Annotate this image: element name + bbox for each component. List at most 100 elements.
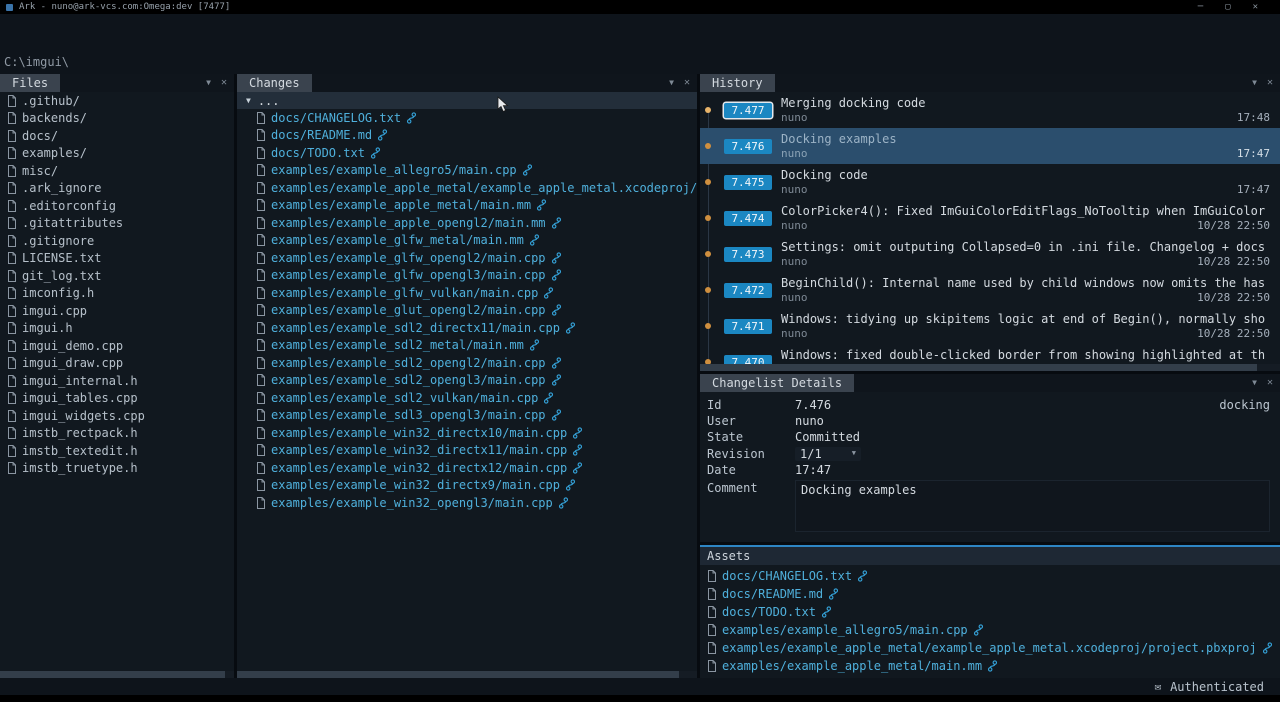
file-tree-item[interactable]: imstb_rectpack.h: [0, 425, 234, 443]
history-entry[interactable]: 7.474 ColorPicker4(): Fixed ImGuiColorEd…: [700, 200, 1280, 236]
file-tree-item[interactable]: imstb_textedit.h: [0, 442, 234, 460]
history-entry[interactable]: 7.477 Merging docking code nuno 17:48: [700, 92, 1280, 128]
changed-fork-icon: [572, 462, 583, 474]
files-tab[interactable]: Files: [0, 74, 60, 92]
file-tree-item[interactable]: imstb_truetype.h: [0, 460, 234, 478]
file-icon: [256, 147, 266, 159]
close-panel-icon[interactable]: ✕: [221, 78, 227, 88]
file-tree-item[interactable]: imgui_tables.cpp: [0, 390, 234, 408]
file-tree-item[interactable]: imgui_demo.cpp: [0, 337, 234, 355]
changed-file-row[interactable]: examples/example_glfw_vulkan/main.cpp: [237, 284, 697, 302]
file-name: .gitattributes: [22, 216, 123, 230]
scrollbar-thumb[interactable]: [237, 671, 679, 678]
history-entry[interactable]: 7.471 Windows: tidying up skipitems logi…: [700, 308, 1280, 344]
chevron-down-icon[interactable]: ▼: [852, 450, 856, 457]
file-tree-item[interactable]: examples/: [0, 145, 234, 163]
close-panel-icon[interactable]: ✕: [1267, 78, 1273, 88]
changed-file-row[interactable]: examples/example_apple_metal/main.mm: [237, 197, 697, 215]
changes-tab[interactable]: Changes: [237, 74, 312, 92]
file-tree-item[interactable]: imgui.h: [0, 320, 234, 338]
scrollbar-thumb[interactable]: [700, 364, 1257, 371]
changelist-details-tab[interactable]: Changelist Details: [700, 374, 854, 392]
changed-file-row[interactable]: examples/example_glfw_metal/main.mm: [237, 232, 697, 250]
file-icon: [256, 217, 266, 229]
scrollbar-thumb[interactable]: [0, 671, 225, 678]
changed-file-row[interactable]: docs/CHANGELOG.txt: [237, 109, 697, 127]
file-tree-item[interactable]: backends/: [0, 110, 234, 128]
assets-header[interactable]: Assets: [700, 547, 1280, 565]
history-entry[interactable]: 7.473 Settings: omit outputing Collapsed…: [700, 236, 1280, 272]
expand-icon[interactable]: ▼: [246, 97, 251, 105]
changed-file-row[interactable]: examples/example_sdl2_metal/main.mm: [237, 337, 697, 355]
bottom-strip: [0, 695, 1280, 702]
changed-file-row[interactable]: examples/example_glut_opengl2/main.cpp: [237, 302, 697, 320]
detail-field-value-wrap: nuno ▼: [795, 414, 824, 428]
filter-icon[interactable]: ▼: [1252, 79, 1257, 87]
file-tree-item[interactable]: .editorconfig: [0, 197, 234, 215]
changed-file-row[interactable]: docs/TODO.txt: [237, 144, 697, 162]
filter-icon[interactable]: ▼: [669, 79, 674, 87]
revision-badge: 7.470: [724, 355, 772, 365]
changed-file-row[interactable]: examples/example_sdl3_opengl3/main.cpp: [237, 407, 697, 425]
history-entry[interactable]: 7.472 BeginChild(): Internal name used b…: [700, 272, 1280, 308]
filter-icon[interactable]: ▼: [206, 79, 211, 87]
minimize-icon[interactable]: ─: [1198, 2, 1203, 12]
file-tree-item[interactable]: imgui_widgets.cpp: [0, 407, 234, 425]
changed-file-row[interactable]: docs/README.md: [237, 127, 697, 145]
changed-file-row[interactable]: examples/example_win32_directx9/main.cpp: [237, 477, 697, 495]
file-tree-item[interactable]: .gitignore: [0, 232, 234, 250]
changed-file-row[interactable]: examples/example_sdl2_vulkan/main.cpp: [237, 389, 697, 407]
changed-file-row[interactable]: examples/example_apple_opengl2/main.mm: [237, 214, 697, 232]
maximize-icon[interactable]: ▢: [1225, 2, 1230, 12]
asset-row[interactable]: examples/example_allegro5/main.cpp: [700, 621, 1280, 639]
files-horizontal-scrollbar[interactable]: [0, 671, 234, 678]
changed-file-row[interactable]: examples/example_win32_directx11/main.cp…: [237, 442, 697, 460]
file-tree-item[interactable]: imgui_internal.h: [0, 372, 234, 390]
file-tree-item[interactable]: .ark_ignore: [0, 180, 234, 198]
changed-file-row[interactable]: examples/example_win32_directx10/main.cp…: [237, 424, 697, 442]
file-tree-item[interactable]: LICENSE.txt: [0, 250, 234, 268]
history-entry[interactable]: 7.476 Docking examples nuno 17:47: [700, 128, 1280, 164]
file-tree-item[interactable]: docs/: [0, 127, 234, 145]
file-tree-item[interactable]: .gitattributes: [0, 215, 234, 233]
close-panel-icon[interactable]: ✕: [684, 78, 690, 88]
changed-file-row[interactable]: examples/example_sdl2_opengl2/main.cpp: [237, 354, 697, 372]
file-tree-item[interactable]: imconfig.h: [0, 285, 234, 303]
changed-fork-icon: [565, 479, 576, 491]
history-entry[interactable]: 7.475 Docking code nuno 17:47: [700, 164, 1280, 200]
file-tree-item[interactable]: .github/: [0, 92, 234, 110]
mouse-cursor: [497, 96, 509, 113]
file-name: docs/: [22, 129, 58, 143]
changed-file-row[interactable]: examples/example_glfw_opengl2/main.cpp: [237, 249, 697, 267]
filter-icon[interactable]: ▼: [1252, 379, 1257, 387]
changed-file-row[interactable]: examples/example_sdl2_opengl3/main.cpp: [237, 372, 697, 390]
changed-file-name: examples/example_apple_opengl2/main.mm: [271, 216, 546, 230]
file-tree-item[interactable]: imgui.cpp: [0, 302, 234, 320]
asset-row[interactable]: docs/README.md: [700, 585, 1280, 603]
close-icon[interactable]: ✕: [1253, 2, 1258, 12]
file-name: imgui_widgets.cpp: [22, 409, 145, 423]
timeline-dot-icon: [705, 215, 711, 221]
history-tab[interactable]: History: [700, 74, 775, 92]
changed-file-row[interactable]: examples/example_win32_directx12/main.cp…: [237, 459, 697, 477]
changes-root-row[interactable]: ▼ ...: [237, 92, 697, 109]
changed-file-row[interactable]: examples/example_win32_opengl3/main.cpp: [237, 494, 697, 512]
changed-file-row[interactable]: examples/example_glfw_opengl3/main.cpp: [237, 267, 697, 285]
close-panel-icon[interactable]: ✕: [1267, 378, 1273, 388]
changed-file-row[interactable]: examples/example_sdl2_directx11/main.cpp: [237, 319, 697, 337]
changelist-details-body: Id 7.476 ▼ docking User nuno ▼: [700, 392, 1280, 542]
changes-horizontal-scrollbar[interactable]: [237, 671, 697, 678]
changed-file-row[interactable]: examples/example_allegro5/main.cpp: [237, 162, 697, 180]
file-tree-item[interactable]: git_log.txt: [0, 267, 234, 285]
changeset-text: Docking examples nuno: [781, 131, 1280, 161]
file-tree-item[interactable]: imgui_draw.cpp: [0, 355, 234, 373]
asset-row[interactable]: examples/example_apple_metal/example_app…: [700, 639, 1280, 657]
asset-row[interactable]: docs/TODO.txt: [700, 603, 1280, 621]
asset-row[interactable]: examples/example_apple_metal/main.mm: [700, 657, 1280, 675]
history-entry[interactable]: 7.470 Windows: fixed double-clicked bord…: [700, 344, 1280, 364]
changed-file-row[interactable]: examples/example_apple_metal/example_app…: [237, 179, 697, 197]
history-horizontal-scrollbar[interactable]: [700, 364, 1280, 371]
file-icon: [707, 606, 717, 618]
asset-row[interactable]: docs/CHANGELOG.txt: [700, 567, 1280, 585]
file-tree-item[interactable]: misc/: [0, 162, 234, 180]
